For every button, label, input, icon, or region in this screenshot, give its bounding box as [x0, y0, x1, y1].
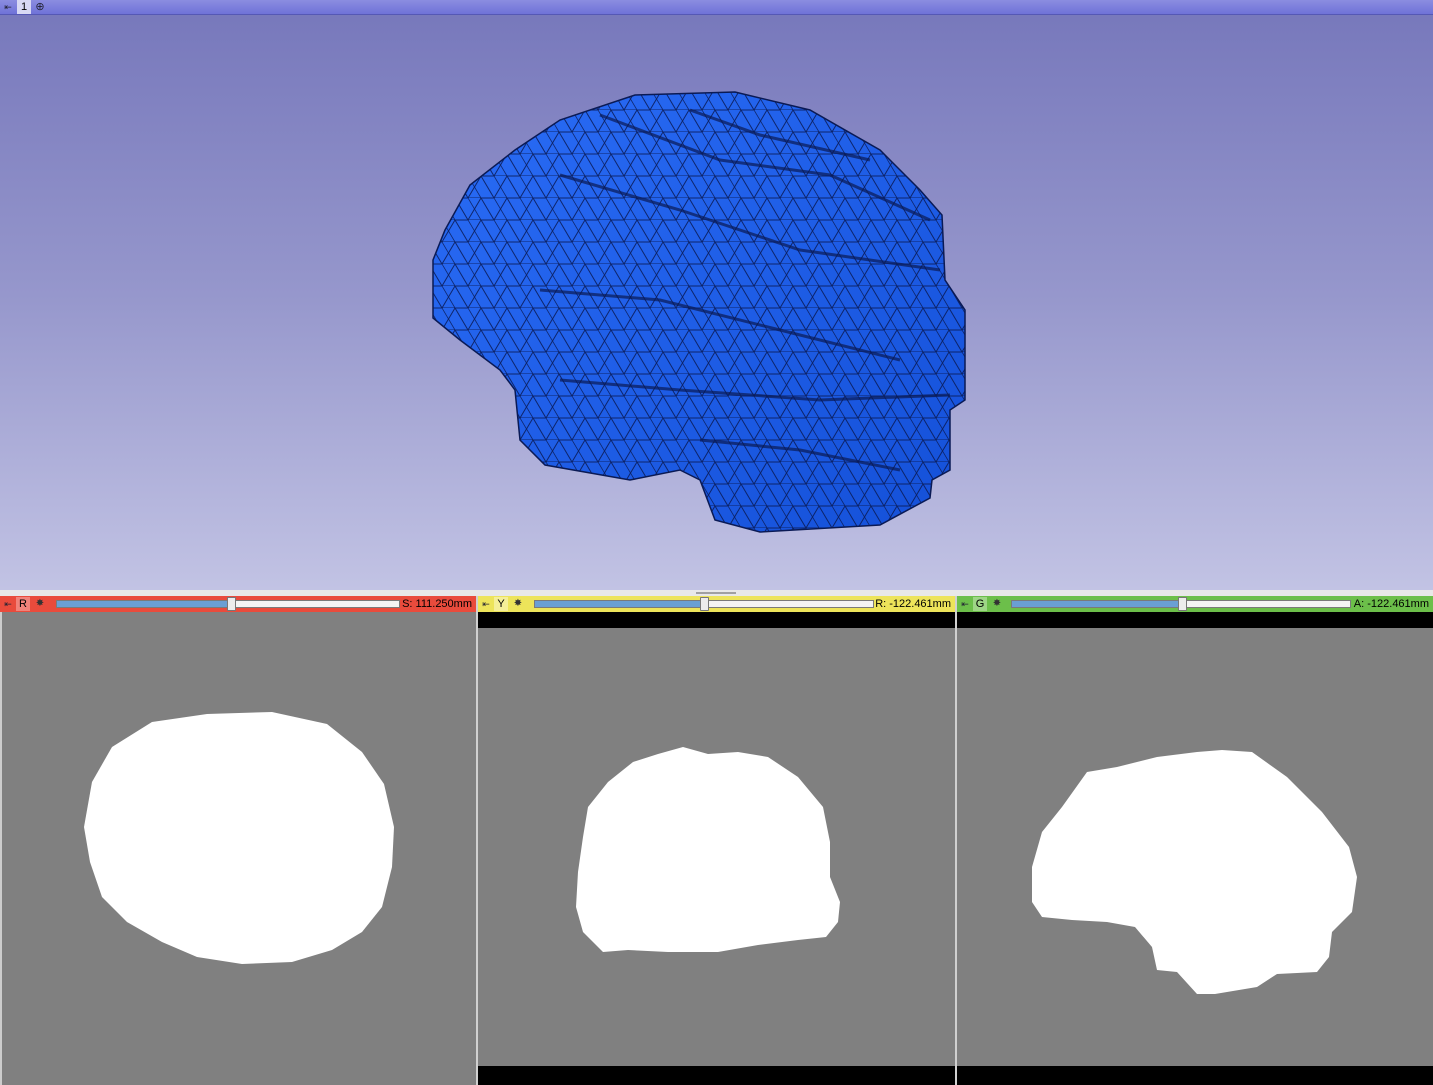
slider-fill [535, 601, 704, 607]
slice-offset-slider[interactable] [534, 597, 874, 611]
axial-slice-canvas[interactable] [0, 612, 476, 1085]
yellow-slice-controller-bar: ⇤ Y ✸ R: -122.461mm [478, 596, 955, 612]
slice-offset-value: R: -122.461mm [875, 598, 951, 610]
slice-label: Y [494, 597, 508, 611]
slice-offset-slider[interactable] [1011, 597, 1351, 611]
slice-offset-slider[interactable] [56, 597, 400, 611]
slice-offset-value: S: 111.250mm [402, 598, 472, 610]
slider-fill [1012, 601, 1181, 607]
segmentation-mask [84, 712, 394, 964]
coronal-slice-canvas[interactable] [957, 612, 1433, 1085]
pin-icon[interactable]: ⇤ [2, 1, 14, 13]
3d-view-controller-bar: ⇤ 1 ⊕ [0, 0, 1433, 15]
slice-offset-value: A: -122.461mm [1353, 598, 1429, 610]
red-slice-view[interactable]: ⇤ R ✸ S: 111.250mm [0, 596, 476, 1085]
slider-thumb[interactable] [1178, 597, 1187, 611]
center-view-icon[interactable]: ⊕ [34, 1, 46, 13]
slice-label: R [16, 597, 30, 611]
3d-view[interactable]: ⇤ 1 ⊕ [0, 0, 1433, 590]
slice-label: G [973, 597, 987, 611]
red-slice-controller-bar: ⇤ R ✸ S: 111.250mm [0, 596, 476, 612]
brain-mesh-model[interactable] [0, 0, 1433, 590]
splitter-grip[interactable] [696, 592, 736, 594]
pin-icon[interactable]: ⇤ [480, 598, 492, 610]
yellow-slice-view[interactable]: ⇤ Y ✸ R: -122.461mm [478, 596, 955, 1085]
sagittal-slice-canvas[interactable] [478, 612, 955, 1085]
green-slice-view[interactable]: ⇤ G ✸ A: -122.461mm [957, 596, 1433, 1085]
pin-icon[interactable]: ⇤ [2, 598, 14, 610]
slider-fill [57, 601, 232, 607]
visibility-icon[interactable]: ✸ [33, 598, 47, 610]
view-label: 1 [17, 0, 31, 14]
slider-thumb[interactable] [227, 597, 236, 611]
pin-icon[interactable]: ⇤ [959, 598, 971, 610]
visibility-icon[interactable]: ✸ [990, 598, 1004, 610]
slider-thumb[interactable] [700, 597, 709, 611]
green-slice-controller-bar: ⇤ G ✸ A: -122.461mm [957, 596, 1433, 612]
visibility-icon[interactable]: ✸ [511, 598, 525, 610]
